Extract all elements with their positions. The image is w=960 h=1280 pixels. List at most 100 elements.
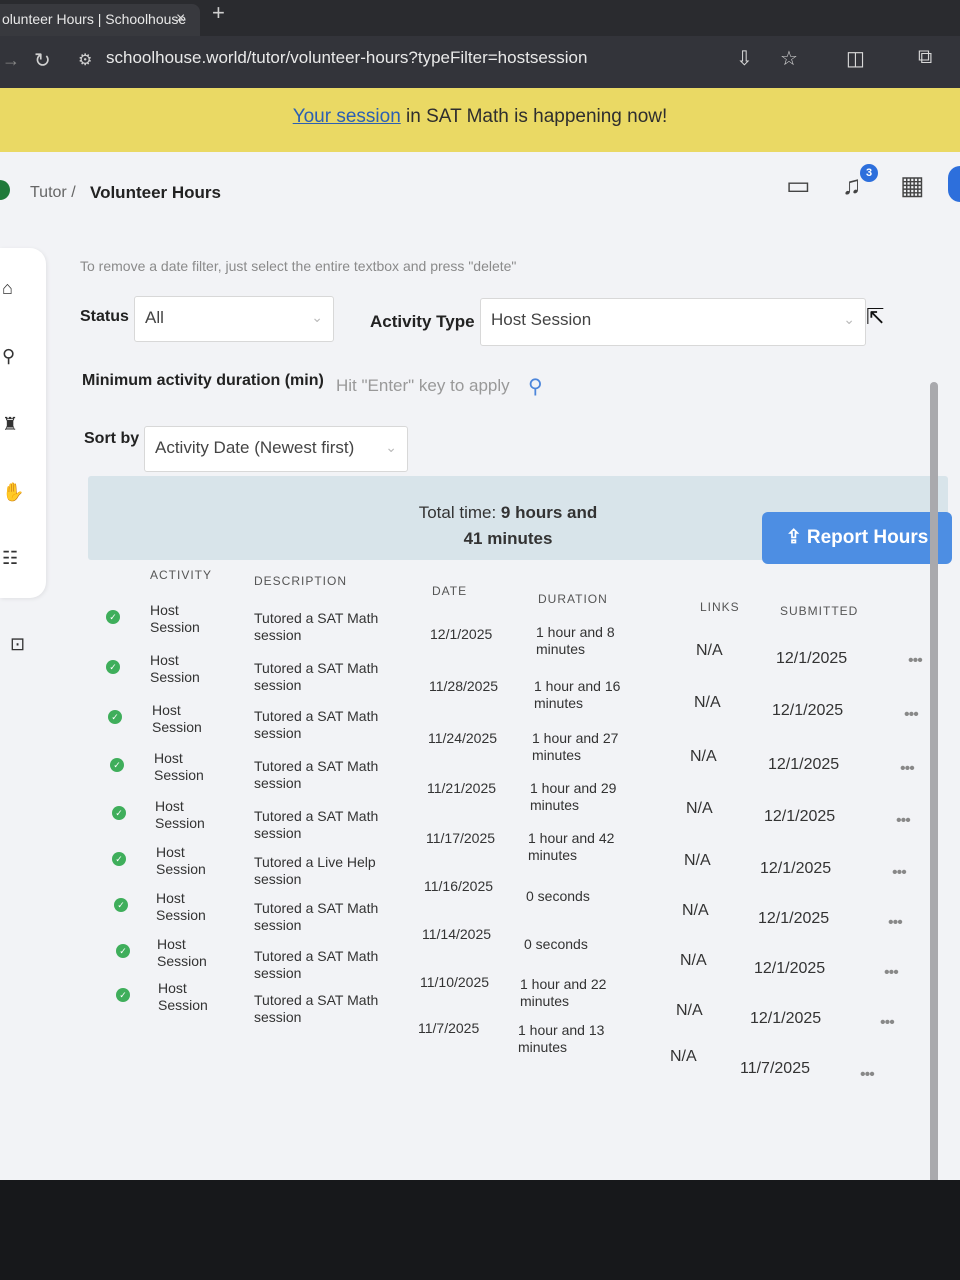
row-description: Tutored a SAT Math session: [254, 900, 379, 933]
check-icon: ✓: [112, 852, 126, 866]
hand-icon[interactable]: ✋: [2, 482, 24, 503]
row-activity: Host Session: [152, 702, 202, 735]
breadcrumb-parent[interactable]: Tutor /: [30, 184, 76, 202]
chevron-down-icon: ⌄: [843, 311, 855, 327]
header-date: DATE: [432, 584, 468, 598]
table-row[interactable]: ✓ Host Session Tutored a SAT Math sessio…: [0, 798, 960, 881]
status-label: Status: [80, 308, 129, 325]
table-row[interactable]: ✓ Host Session Tutored a Live Help sessi…: [0, 844, 960, 931]
graduation-cap-icon[interactable]: ♜: [2, 414, 18, 435]
notification-badge: 3: [860, 164, 878, 182]
check-icon: ✓: [116, 944, 130, 958]
row-date: 12/1/2025: [430, 626, 493, 642]
browser-tab[interactable]: olunteer Hours | Schoolhouse: [0, 4, 200, 36]
search-icon[interactable]: ⚲: [2, 346, 15, 367]
check-icon: ✓: [106, 610, 120, 624]
scrollbar[interactable]: [930, 382, 938, 1280]
row-description: Tutored a SAT Math session: [254, 948, 379, 981]
row-activity: Host Session: [158, 980, 208, 1013]
check-icon: ✓: [112, 806, 126, 820]
tab-close-icon[interactable]: ×: [176, 4, 185, 34]
avatar[interactable]: [948, 166, 960, 202]
chat-icon[interactable]: ▭: [786, 170, 811, 201]
activity-type-value: Host Session: [491, 310, 592, 329]
logo[interactable]: [0, 180, 10, 200]
live-session-banner: Your session in SAT Math is happening no…: [0, 88, 960, 152]
row-date: 11/24/2025: [428, 730, 498, 746]
report-hours-label: Report Hours: [806, 527, 929, 548]
tab-title: olunteer Hours | Schoolhouse: [2, 11, 187, 27]
activity-type-label: Activity Type: [370, 312, 475, 331]
report-hours-button[interactable]: ⇪ Report Hours: [762, 512, 952, 564]
row-activity: Host Session: [150, 602, 200, 635]
page-content: Tutor / Volunteer Hours ▭ ♫ 3 ▦ ⌂ ⚲ ♜ ✋ …: [0, 152, 960, 1280]
table-row[interactable]: ✓ Host Session Tutored a SAT Math sessio…: [0, 750, 960, 829]
row-activity: Host Session: [156, 890, 206, 923]
install-icon[interactable]: ⇩: [736, 46, 753, 71]
status-value: All: [145, 308, 164, 327]
total-time: Total time: 9 hours and 41 minutes: [408, 500, 608, 552]
new-tab-icon[interactable]: +: [212, 0, 225, 26]
more-icon[interactable]: •••: [860, 1066, 875, 1083]
total-time-prefix: Total time:: [418, 503, 501, 522]
row-submitted: 11/7/2025: [740, 1060, 810, 1077]
check-icon: ✓: [116, 988, 130, 1002]
bell-icon[interactable]: ♫: [842, 170, 862, 201]
url-field[interactable]: schoolhouse.world/tutor/volunteer-hours?…: [106, 48, 587, 68]
activity-type-select[interactable]: Host Session ⌄: [480, 298, 866, 346]
reload-icon[interactable]: ↻: [34, 48, 51, 73]
sidebar: ⌂ ⚲ ♜ ✋ ☷: [0, 248, 46, 598]
row-date: 11/7/2025: [418, 1020, 480, 1036]
extensions-icon[interactable]: ◫: [846, 46, 865, 71]
home-icon[interactable]: ⌂: [2, 278, 13, 299]
check-icon: ✓: [108, 710, 122, 724]
chevron-down-icon: ⌄: [311, 309, 323, 325]
header-activity: ACTIVITY: [150, 568, 213, 582]
row-description: Tutored a SAT Math session: [254, 610, 379, 643]
row-duration: 1 hour and 13 minutes: [518, 1022, 605, 1055]
sort-select[interactable]: Activity Date (Newest first) ⌄: [144, 426, 408, 472]
table-row[interactable]: ✓ Host Session Tutored a SAT Math sessio…: [0, 980, 960, 1083]
tab-bar: olunteer Hours | Schoolhouse × +: [0, 0, 960, 36]
check-icon: ✓: [114, 898, 128, 912]
row-description: Tutored a SAT Math session: [254, 808, 379, 841]
your-session-link[interactable]: Your session: [293, 106, 401, 127]
row-description: Tutored a SAT Math session: [254, 660, 379, 693]
forward-icon[interactable]: →: [2, 50, 20, 71]
banner-text: in SAT Math is happening now!: [400, 106, 668, 127]
check-icon: ✓: [110, 758, 124, 772]
row-activity: Host Session: [150, 652, 200, 685]
row-description: Tutored a SAT Math session: [254, 708, 379, 741]
table-row[interactable]: ✓ Host Session Tutored a SAT Math sessio…: [0, 936, 960, 1031]
table-row[interactable]: ✓ Host Session Tutored a SAT Math sessio…: [0, 602, 960, 669]
row-activity: Host Session: [155, 798, 205, 831]
sort-value: Activity Date (Newest first): [155, 438, 355, 457]
calendar-icon[interactable]: ▦: [900, 170, 925, 201]
table-row[interactable]: ✓ Host Session Tutored a SAT Math sessio…: [0, 890, 960, 981]
star-icon[interactable]: ☆: [780, 46, 798, 71]
site-settings-icon[interactable]: ⚙: [78, 50, 92, 70]
row-activity: Host Session: [157, 936, 207, 969]
upload-icon: ⇪: [785, 527, 807, 548]
row-links: N/A: [670, 1048, 697, 1065]
people-icon[interactable]: ☷: [2, 548, 18, 569]
row-description: Tutored a Live Help session: [254, 854, 376, 887]
min-duration-label: Minimum activity duration (min): [82, 372, 324, 389]
row-description: Tutored a SAT Math session: [254, 992, 379, 1025]
check-icon: ✓: [106, 660, 120, 674]
row-date: 11/21/2025: [427, 780, 497, 796]
page-title: Volunteer Hours: [90, 183, 221, 202]
address-bar: → ↻ ⚙ schoolhouse.world/tutor/volunteer-…: [0, 36, 960, 88]
lens-icon[interactable]: ⧉: [918, 46, 932, 69]
status-select[interactable]: All ⌄: [134, 296, 334, 342]
chevron-down-icon: ⌄: [385, 439, 397, 455]
row-description: Tutored a SAT Math session: [254, 758, 379, 791]
table-row[interactable]: ✓ Host Session Tutored a SAT Math sessio…: [0, 652, 960, 723]
row-activity: Host Session: [154, 750, 204, 783]
search-icon[interactable]: ⚲: [528, 374, 543, 399]
min-duration-input[interactable]: Hit "Enter" key to apply: [336, 376, 510, 396]
monitor-bezel: [0, 1180, 960, 1280]
row-date: 11/28/2025: [429, 678, 499, 694]
table-row[interactable]: ✓ Host Session Tutored a SAT Math sessio…: [0, 702, 960, 777]
mouse-cursor-icon: ⇱: [866, 304, 885, 329]
